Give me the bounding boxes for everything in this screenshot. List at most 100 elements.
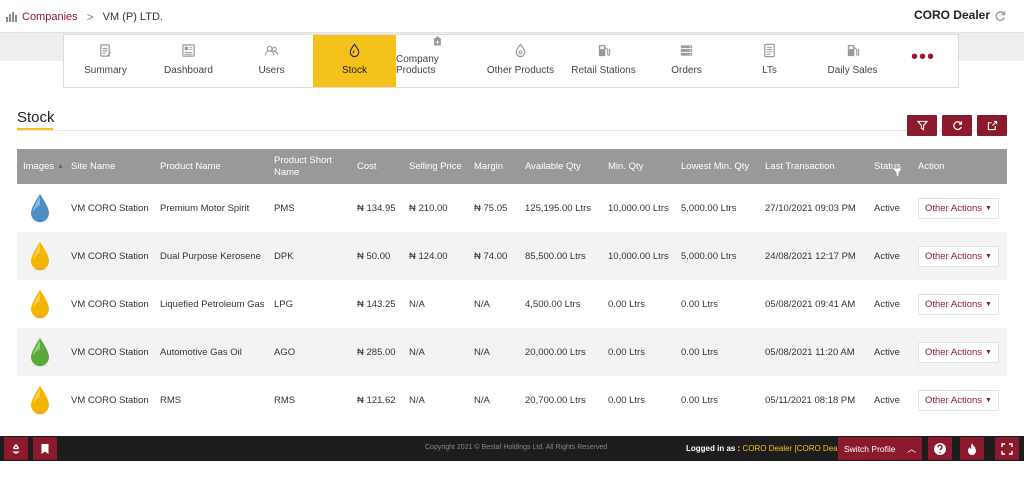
tab-label: Summary (84, 65, 127, 76)
switch-profile-button[interactable]: Switch Profile ︿ (838, 437, 922, 460)
column-header-status[interactable]: Status (868, 149, 912, 184)
fuel-drop-icon (31, 290, 49, 319)
product-short-name-cell: RMS (274, 394, 296, 406)
product-short-name-cell: LPG (274, 298, 294, 310)
tab-other-products[interactable]: Other Products (479, 35, 562, 87)
column-header-selling-price[interactable]: Selling Price (403, 149, 468, 184)
fuel-drop-icon (31, 338, 49, 367)
table-row: VM CORO Station Liquefied Petroleum Gas LP… (17, 280, 1007, 328)
caret-down-icon: ▼ (985, 348, 992, 356)
last-transaction-cell: 24/08/2021 12:17 PM (765, 250, 856, 262)
tab-daily-sales[interactable]: Daily Sales (811, 35, 894, 87)
status-cell: Active (874, 202, 900, 214)
column-header-cost[interactable]: Cost (351, 149, 403, 184)
lowest-min-qty-cell: 0.00 Ltrs (681, 346, 718, 358)
column-header-product-name[interactable]: Product Name (154, 149, 268, 184)
column-header-min-qty[interactable]: Min. Qty (602, 149, 675, 184)
column-header-margin[interactable]: Margin (468, 149, 519, 184)
cost-cell: ₦ 134.95 (357, 202, 396, 214)
column-header-available-qty[interactable]: Available Qty (519, 149, 602, 184)
other-actions-dropdown[interactable]: Other Actions ▼ (918, 245, 999, 267)
tab-label: Daily Sales (827, 65, 878, 76)
filter-button[interactable] (907, 115, 937, 136)
product-image-cell (17, 337, 65, 367)
min-qty-cell: 10,000.00 Ltrs (608, 202, 669, 214)
tab-lts[interactable]: LTs (728, 35, 811, 87)
fullscreen-button[interactable] (995, 437, 1019, 460)
tab-company-products[interactable]: Company Products (396, 35, 479, 87)
status-filter-icon[interactable] (893, 168, 902, 177)
filter-icon (916, 120, 928, 131)
clipboard-icon (100, 44, 112, 57)
margin-cell: ₦ 75.05 (474, 202, 508, 214)
tab-users[interactable]: Users (230, 35, 313, 87)
last-transaction-cell: 05/08/2021 09:41 AM (765, 298, 856, 310)
available-qty-cell: 85,500.00 Ltrs (525, 250, 586, 262)
footer-bar: Copyright 2021 © Bestaf Holdings Ltd. Al… (0, 436, 1024, 461)
export-button[interactable] (977, 115, 1007, 136)
site-name-cell: VM CORO Station (71, 250, 149, 262)
table-actions (907, 115, 1007, 136)
selling-price-cell: N/A (409, 346, 425, 358)
help-icon (934, 442, 946, 455)
column-header-last-transaction[interactable]: Last Transaction (759, 149, 868, 184)
available-qty-cell: 4,500.00 Ltrs (525, 298, 581, 310)
column-header-product-short-name[interactable]: Product Short Name (268, 149, 351, 184)
product-image-cell (17, 385, 65, 415)
action-cell: Other Actions ▼ (912, 341, 1007, 363)
tab-stock[interactable]: Stock (313, 35, 396, 87)
fuel-pump-icon (847, 44, 860, 57)
tab-retail-stations[interactable]: Retail Stations (562, 35, 645, 87)
server-icon (680, 45, 693, 56)
more-tabs-button[interactable]: ••• (894, 35, 952, 87)
min-qty-cell: 0.00 Ltrs (608, 346, 645, 358)
flame-button[interactable] (960, 437, 984, 460)
refresh-icon[interactable] (994, 10, 1006, 22)
help-button[interactable] (928, 437, 952, 460)
column-header-images[interactable]: Images ▲ (17, 149, 65, 184)
lowest-min-qty-cell: 5,000.00 Ltrs (681, 202, 737, 214)
other-actions-dropdown[interactable]: Other Actions ▼ (918, 197, 999, 219)
caret-down-icon: ▼ (985, 300, 992, 308)
other-actions-dropdown[interactable]: Other Actions ▼ (918, 293, 999, 315)
tab-orders[interactable]: Orders (645, 35, 728, 87)
product-name-cell: Liquefied Petroleum Gas (160, 298, 265, 310)
title-divider (17, 130, 1007, 131)
other-actions-dropdown[interactable]: Other Actions ▼ (918, 389, 999, 411)
lowest-min-qty-cell: 0.00 Ltrs (681, 394, 718, 406)
oil-can-icon (434, 36, 441, 46)
caret-down-icon: ▼ (985, 396, 992, 404)
column-header-site-name[interactable]: Site Name (65, 149, 154, 184)
users-icon (264, 45, 279, 56)
column-header-lowest-min-qty[interactable]: Lowest Min. Qty (675, 149, 759, 184)
tab-label: Stock (341, 65, 367, 76)
breadcrumb-companies-link[interactable]: Companies (22, 11, 78, 23)
action-cell: Other Actions ▼ (912, 245, 1007, 267)
caret-down-icon: ▼ (985, 252, 992, 260)
bookmark-button[interactable] (33, 437, 57, 460)
cost-cell: ₦ 285.00 (357, 346, 396, 358)
fuel-drop-icon (31, 386, 49, 415)
drop-icon (515, 43, 526, 58)
selling-price-cell: ₦ 124.00 (409, 250, 448, 262)
recycle-button[interactable] (4, 437, 28, 460)
margin-cell: N/A (474, 346, 490, 358)
available-qty-cell: 20,700.00 Ltrs (525, 394, 586, 406)
tab-summary[interactable]: Summary (64, 35, 147, 87)
site-name-cell: VM CORO Station (71, 202, 149, 214)
other-actions-dropdown[interactable]: Other Actions ▼ (918, 341, 999, 363)
breadcrumb-separator: > (86, 10, 94, 24)
recycle-icon (12, 443, 20, 454)
product-image-cell (17, 241, 65, 271)
selling-price-cell: N/A (409, 394, 425, 406)
sort-up-icon[interactable]: ▲ (57, 161, 64, 173)
lowest-min-qty-cell: 0.00 Ltrs (681, 298, 718, 310)
available-qty-cell: 20,000.00 Ltrs (525, 346, 586, 358)
refresh-button[interactable] (942, 115, 972, 136)
tab-dashboard[interactable]: Dashboard (147, 35, 230, 87)
site-name-cell: VM CORO Station (71, 298, 149, 310)
product-short-name-cell: DPK (274, 250, 294, 262)
table-row: VM CORO Station RMS RMS ₦ 121.62 N/A N/A 20,70… (17, 376, 1007, 424)
logged-in-info: Logged in as : CORO Dealer [CORO Dealer] (686, 444, 849, 453)
refresh-icon (952, 121, 962, 131)
